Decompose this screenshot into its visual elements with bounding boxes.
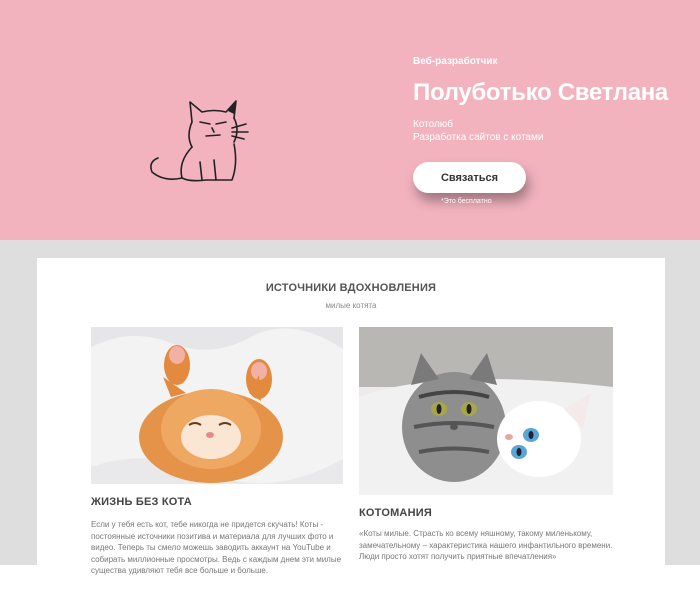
sleeping-kitten-photo: [91, 327, 343, 484]
column-text-catomania: «Коты милые. Страсть ко всему няшному, т…: [359, 529, 613, 561]
column-title-catomania: КОТОМАНИЯ: [359, 507, 432, 519]
section-title: ИСТОЧНИКИ ВДОХНОВЛЕНИЯ: [265, 282, 437, 294]
inspiration-section: ИСТОЧНИКИ ВДОХНОВЛЕНИЯ милые котята ЖИЗН…: [37, 258, 665, 600]
column-title-life-without-cat: ЖИЗНЬ БЕЗ КОТА: [91, 496, 192, 508]
hero-tagline: Котолюб Разработка сайтов с котами: [413, 118, 693, 144]
hero-tagline-line1: Котолюб: [413, 119, 454, 130]
hero-text-block: Веб-разработчик Полуботько Светлана Кото…: [413, 56, 693, 144]
hero-banner: Веб-разработчик Полуботько Светлана Кото…: [0, 0, 700, 240]
two-kittens-photo: [359, 327, 613, 495]
free-note: *Это бесплатно: [441, 198, 492, 205]
cat-sketch-icon: [150, 100, 249, 182]
hero-role: Веб-разработчик: [413, 56, 498, 67]
hero-tagline-line2: Разработка сайтов с котами: [413, 132, 544, 143]
section-subtitle: милые котята: [325, 301, 377, 310]
hero-name: Полуботько Светлана: [413, 79, 668, 106]
contact-button[interactable]: Связаться: [413, 162, 526, 193]
column-text-life-without-cat: Если у тебя есть кот, тебе никогда не пр…: [91, 520, 342, 575]
